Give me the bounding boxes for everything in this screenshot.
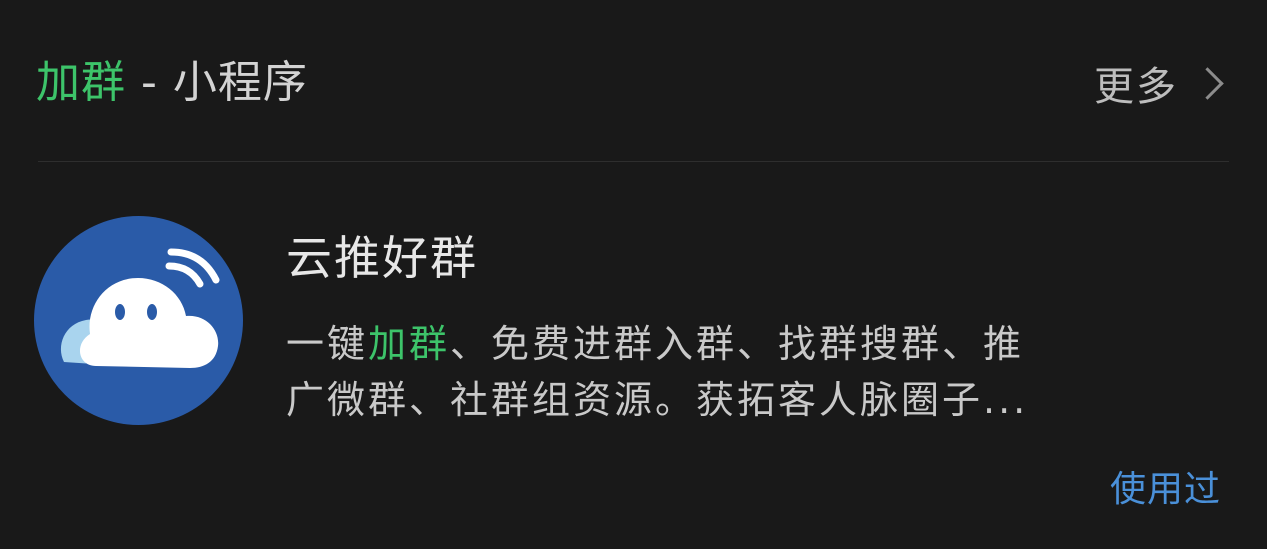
description-keyword: 加群 [368, 322, 451, 366]
description-line1: 、免费进群入群、找群搜群、推 [450, 322, 1025, 366]
mini-program-search-panel: 加群 - 小程序 更多 云推好群 一键加群、免费进群入群、找群搜群、推 广微群、… [0, 0, 1267, 549]
cloud-signal-icon[interactable] [34, 216, 243, 425]
description-line2: 广微群、社群组资源。获拓客人脉圈子... [286, 378, 1029, 422]
mini-program-description: 一键加群、免费进群入群、找群搜群、推 广微群、社群组资源。获拓客人脉圈子... [286, 316, 1196, 428]
description-prefix: 一键 [286, 322, 369, 366]
used-before-badge: 使用过 [1109, 469, 1221, 510]
section-title: 加群 - 小程序 [36, 48, 308, 118]
divider [38, 161, 1229, 162]
section-category: 小程序 [172, 57, 308, 108]
more-button[interactable]: 更多 [1094, 48, 1224, 118]
more-label: 更多 [1094, 64, 1178, 110]
search-keyword: 加群 [36, 57, 126, 108]
chevron-right-icon [1191, 66, 1224, 100]
mini-program-name[interactable]: 云推好群 [286, 226, 478, 290]
title-separator: - [126, 57, 173, 108]
